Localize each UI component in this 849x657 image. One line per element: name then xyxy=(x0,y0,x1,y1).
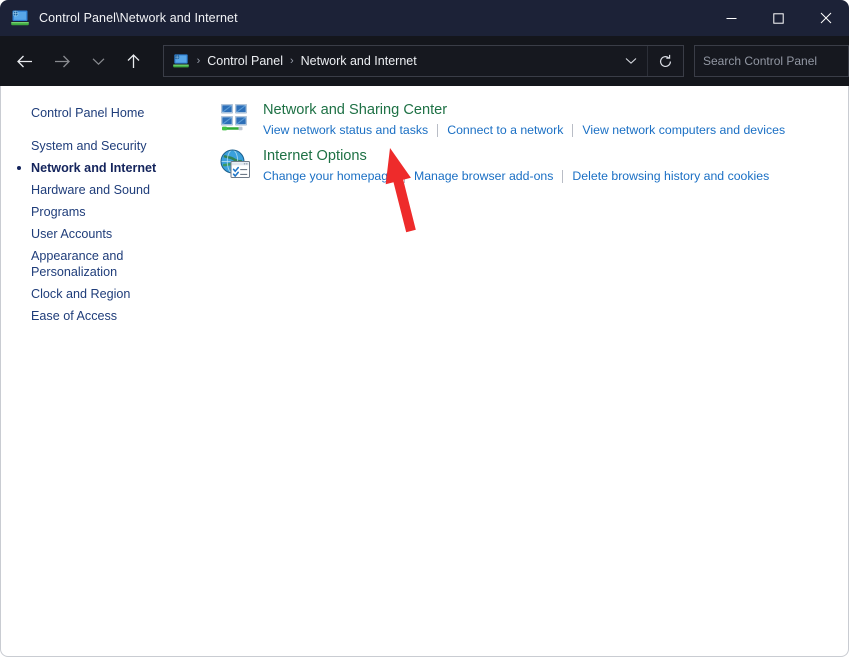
refresh-icon[interactable] xyxy=(647,46,683,76)
search-box[interactable] xyxy=(694,45,849,77)
sidebar-item-clock-and-region[interactable]: Clock and Region xyxy=(1,283,215,305)
window-body: Control Panel Home System and Security N… xyxy=(0,86,849,657)
control-panel-window: Control Panel\Network and Internet › Con… xyxy=(0,0,849,657)
link-manage-browser-add-ons[interactable]: Manage browser add-ons xyxy=(414,168,553,185)
back-arrow-icon[interactable] xyxy=(8,45,42,77)
breadcrumb-separator: › xyxy=(289,55,294,67)
forward-arrow-icon[interactable] xyxy=(46,45,80,77)
up-arrow-icon[interactable] xyxy=(117,45,151,77)
link-change-your-homepage[interactable]: Change your homepage xyxy=(263,168,395,185)
address-bar[interactable]: › Control Panel › Network and Internet xyxy=(162,45,684,77)
address-dropdown-chevron-icon[interactable] xyxy=(615,46,647,76)
link-view-network-status-and-tasks[interactable]: View network status and tasks xyxy=(263,122,428,139)
internet-options-globe-icon xyxy=(220,149,250,178)
window-title: Control Panel\Network and Internet xyxy=(39,11,238,25)
navigation-toolbar: › Control Panel › Network and Internet xyxy=(0,36,849,86)
breadcrumb-network-and-internet[interactable]: Network and Internet xyxy=(301,54,417,68)
sidebar-item-ease-of-access[interactable]: Ease of Access xyxy=(1,305,215,327)
link-view-network-computers-and-devices[interactable]: View network computers and devices xyxy=(582,122,785,139)
maximize-button[interactable] xyxy=(755,0,802,36)
network-computer-icon xyxy=(11,10,29,26)
category-network-and-sharing-center: Network and Sharing Center View network … xyxy=(215,100,848,139)
sidebar-item-appearance-and-personalization[interactable]: Appearance and Personalization xyxy=(1,245,215,283)
category-title-network-and-sharing-center[interactable]: Network and Sharing Center xyxy=(263,101,447,120)
category-body: Network and Sharing Center View network … xyxy=(263,100,785,139)
sidebar-navigation: Control Panel Home System and Security N… xyxy=(1,86,215,656)
link-delete-browsing-history-and-cookies[interactable]: Delete browsing history and cookies xyxy=(572,168,769,185)
category-list: Network and Sharing Center View network … xyxy=(215,86,848,656)
link-divider xyxy=(572,124,574,137)
category-internet-options: Internet Options Change your homepage Ma… xyxy=(215,146,848,185)
window-controls xyxy=(708,0,849,36)
search-input[interactable] xyxy=(695,54,849,68)
breadcrumb-separator: › xyxy=(196,55,201,67)
link-connect-to-a-network[interactable]: Connect to a network xyxy=(447,122,563,139)
sidebar-item-network-and-internet[interactable]: Network and Internet xyxy=(1,157,215,179)
category-links: Change your homepage Manage browser add-… xyxy=(263,168,769,185)
recent-locations-chevron-icon[interactable] xyxy=(81,45,115,77)
category-body: Internet Options Change your homepage Ma… xyxy=(263,146,769,185)
network-sharing-center-icon xyxy=(221,104,247,131)
sidebar-item-programs[interactable]: Programs xyxy=(1,201,215,223)
link-divider xyxy=(562,170,564,183)
sidebar-item-user-accounts[interactable]: User Accounts xyxy=(1,223,215,245)
window-titlebar: Control Panel\Network and Internet xyxy=(0,0,849,36)
link-divider xyxy=(437,124,439,137)
network-computer-icon xyxy=(172,54,189,68)
category-links: View network status and tasks Connect to… xyxy=(263,122,785,139)
sidebar-item-system-and-security[interactable]: System and Security xyxy=(1,135,215,157)
breadcrumb-control-panel[interactable]: Control Panel xyxy=(207,54,283,68)
sidebar-item-control-panel-home[interactable]: Control Panel Home xyxy=(1,102,215,124)
link-divider xyxy=(403,170,405,183)
sidebar-item-hardware-and-sound[interactable]: Hardware and Sound xyxy=(1,179,215,201)
close-button[interactable] xyxy=(802,0,849,36)
minimize-button[interactable] xyxy=(708,0,755,36)
category-title-internet-options[interactable]: Internet Options xyxy=(263,147,367,166)
